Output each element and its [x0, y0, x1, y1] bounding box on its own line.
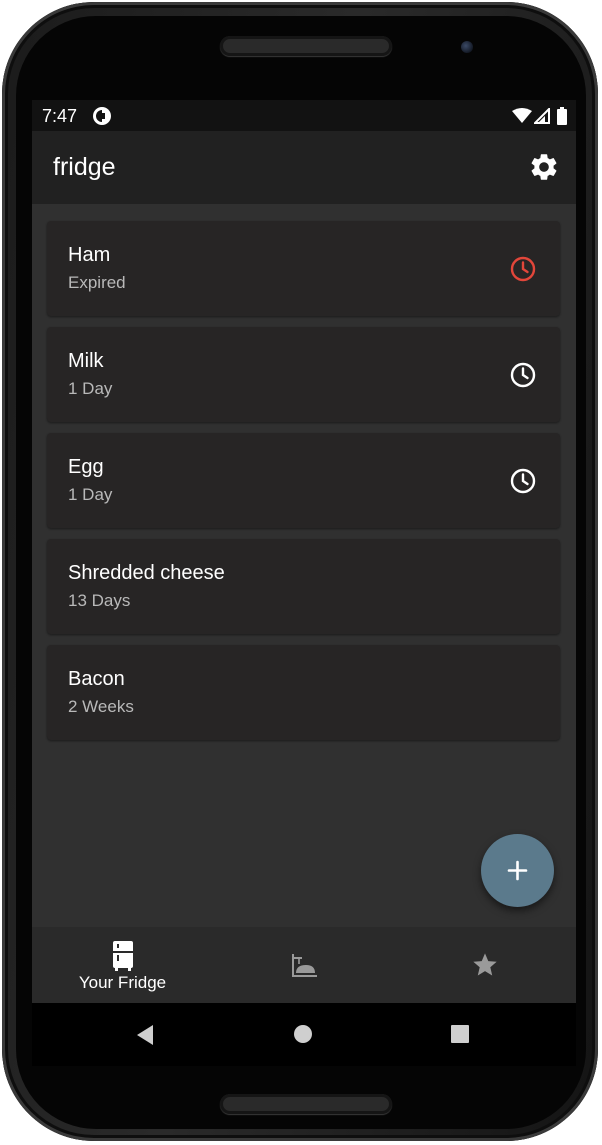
food-item-expiry: 2 Weeks: [68, 697, 134, 716]
alarm-icon: [510, 256, 536, 282]
alarm-icon: [510, 362, 536, 388]
food-item-card[interactable]: Egg 1 Day: [47, 433, 560, 528]
food-item-card[interactable]: Milk 1 Day: [47, 327, 560, 422]
nav-tab-favorites[interactable]: [394, 927, 575, 1003]
wifi-icon: [512, 108, 532, 123]
food-item-name: Ham: [68, 244, 111, 266]
fridge-icon: [112, 941, 133, 971]
battery-icon: [557, 107, 567, 125]
food-item-card[interactable]: Shredded cheese 13 Days: [47, 539, 560, 634]
app-bar: fridge: [32, 131, 576, 204]
food-item-name: Shredded cheese: [68, 562, 225, 584]
food-item-expiry: 1 Day: [68, 379, 113, 398]
food-item-name: Bacon: [68, 668, 125, 690]
nav-tab-label: Your Fridge: [78, 973, 167, 992]
app-title: fridge: [53, 153, 116, 181]
food-item-card[interactable]: Bacon 2 Weeks: [47, 645, 560, 740]
food-item-card[interactable]: Ham Expired: [47, 221, 560, 316]
app-notification-icon: [93, 107, 111, 125]
bottom-navigation: Your Fridge: [32, 927, 576, 1003]
settings-button[interactable]: [528, 151, 560, 183]
earpiece-speaker: [220, 36, 392, 56]
status-time: 7:47: [42, 106, 78, 126]
status-icons: [512, 106, 568, 126]
food-item-expiry: Expired: [68, 273, 126, 292]
cell-signal-icon: [534, 108, 550, 124]
food-item-name: Milk: [68, 350, 104, 372]
nav-tab-cooking[interactable]: [213, 927, 394, 1003]
nav-tab-your-fridge[interactable]: Your Fridge: [32, 927, 213, 1003]
front-camera: [461, 41, 473, 53]
food-item-name: Egg: [68, 456, 104, 478]
plus-icon: [507, 860, 528, 881]
bottom-speaker: [220, 1094, 392, 1114]
cooking-icon: [291, 954, 317, 977]
alarm-icon: [510, 468, 536, 494]
system-navigation-bar: [32, 1003, 576, 1066]
recents-button[interactable]: [450, 1024, 470, 1044]
food-item-expiry: 1 Day: [68, 485, 113, 504]
screen: 7:47 fridge Ham Expired Milk 1 Day Egg 1…: [32, 100, 576, 1066]
add-item-button[interactable]: [481, 834, 554, 907]
home-button[interactable]: [293, 1024, 313, 1044]
food-list: Ham Expired Milk 1 Day Egg 1 Day Shredde…: [47, 221, 560, 751]
back-button[interactable]: [135, 1024, 155, 1046]
status-bar: 7:47: [32, 100, 576, 131]
star-icon: [472, 953, 497, 976]
gear-icon: [531, 154, 557, 180]
food-item-expiry: 13 Days: [68, 591, 131, 610]
